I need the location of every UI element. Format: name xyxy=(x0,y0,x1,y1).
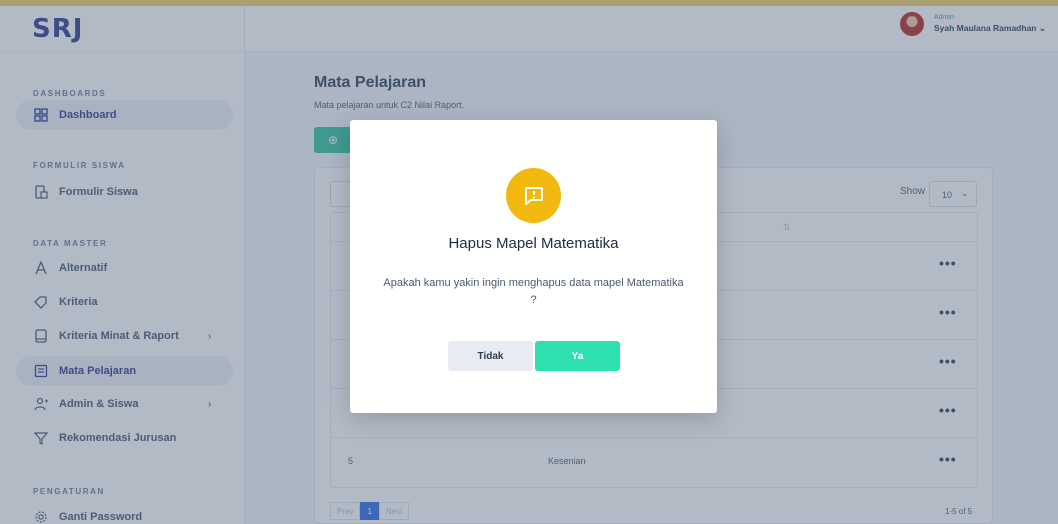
alert-message-icon xyxy=(506,168,561,223)
delete-confirm-dialog: Hapus Mapel Matematika Apakah kamu yakin… xyxy=(350,120,717,413)
confirm-button[interactable]: Ya xyxy=(535,341,620,371)
dialog-message: Apakah kamu yakin ingin menghapus data m… xyxy=(383,277,684,306)
cancel-button[interactable]: Tidak xyxy=(448,341,533,371)
dialog-title: Hapus Mapel Matematika xyxy=(448,235,619,252)
